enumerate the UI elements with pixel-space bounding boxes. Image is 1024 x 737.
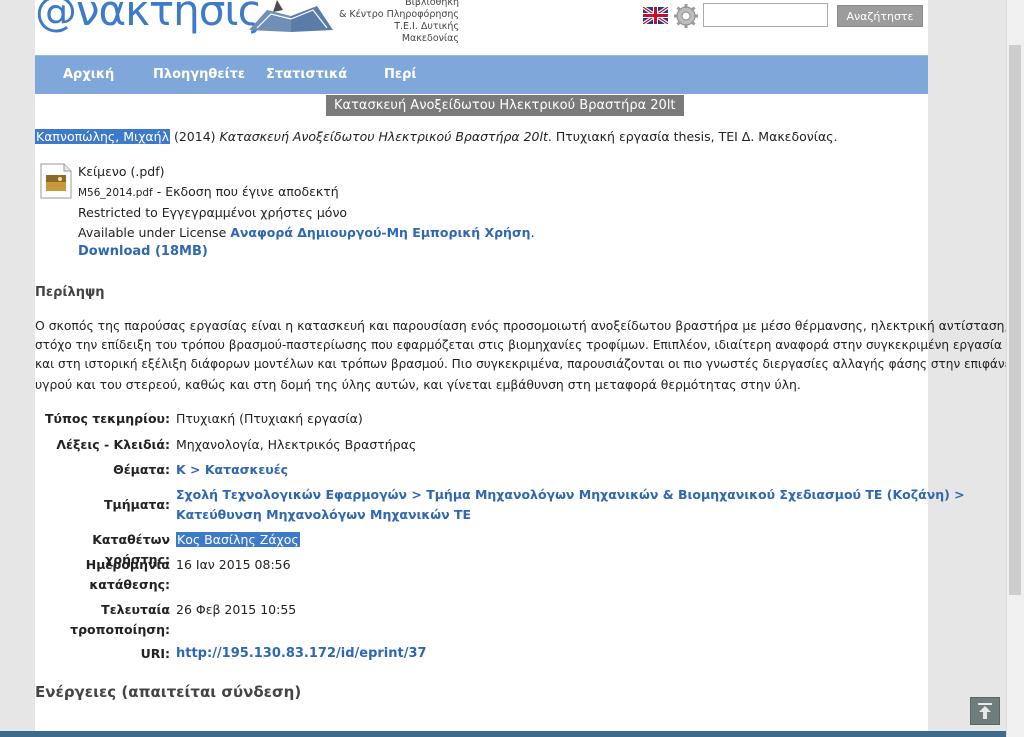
author-link[interactable]: Καπνοπώλης, Μιχαήλ: [35, 129, 170, 144]
citation-rest: . Πτυχιακή εργασία thesis, ΤΕΙ Δ. Μακεδο…: [547, 129, 838, 144]
deposit-date-label-line: Ημερομηνία: [85, 557, 170, 572]
depositor-name[interactable]: Κος Βασίλης Ζάχος: [176, 532, 300, 547]
file-license: Available under License Αναφορά Δημιουργ…: [78, 223, 535, 243]
uri-link[interactable]: http://195.130.83.172/id/eprint/37: [176, 644, 427, 664]
library-subtitle: Βιβλιοθήκη & Κέντρο Πληροφόρησης Τ.Ε.Ι. …: [337, 0, 459, 45]
deposit-date-label-line: κατάθεσης:: [89, 576, 170, 592]
nav-home[interactable]: Αρχική: [63, 56, 114, 94]
keywords-label: Λέξεις - Κλειδιά:: [56, 437, 170, 452]
keywords-value: Μηχανολογία, Ηλεκτρικός Βραστήρας: [176, 437, 417, 452]
nav-about[interactable]: Περί: [384, 56, 417, 94]
abstract-line: υγρού και του στερεού, καθώς και στη δομ…: [35, 376, 801, 392]
modified-label-line: τροποποίηση:: [70, 621, 170, 637]
file-restriction: Restricted to Εγγεγραμμένοι χρήστες μόνο: [78, 205, 348, 220]
abstract-text: Ο σκοπός της παρούσας εργασίας είναι η κ…: [35, 316, 1024, 394]
departments-label: Τμήματα:: [104, 497, 170, 512]
license-prefix: Available under License: [78, 224, 231, 240]
file-version-line: M56_2014.pdf - Εκδοση που έγινε αποδεκτή: [78, 182, 535, 204]
citation-year: (2014): [169, 129, 220, 144]
main-nav: Αρχική Πλοηγηθείτε Στατιστικά Περί: [35, 55, 928, 94]
file-format: Κείμενο (.pdf): [78, 164, 165, 179]
pdf-document-icon[interactable]: [40, 163, 72, 199]
abstract-line: Ο σκοπός της παρούσας εργασίας είναι η κ…: [35, 318, 1024, 333]
deposit-date-label: Ημερομηνία κατάθεσης:: [36, 555, 170, 594]
abstract-heading: Περίληψη: [35, 285, 105, 300]
citation-title: Κατασκευή Ανοξείδωτου Ηλεκτρικού Βραστήρ…: [219, 129, 548, 144]
license-suffix: .: [530, 224, 535, 240]
search-button[interactable]: Αναζήτηστε: [837, 5, 923, 27]
license-link[interactable]: Αναφορά Δημιουργού-Μη Εμπορική Χρήση: [230, 225, 530, 240]
nav-browse[interactable]: Πλοηγηθείτε: [153, 56, 245, 94]
page-title: Κατασκευή Ανοξείδωτου Ηλεκτρικού Βραστήρ…: [326, 95, 684, 116]
scrollbar-thumb[interactable]: [1009, 45, 1021, 595]
library-subtitle-line: & Κέντρο Πληροφόρησης: [338, 9, 459, 20]
type-value: Πτυχιακή (Πτυχιακή εργασία): [176, 411, 363, 426]
type-label: Τύπος τεκμηρίου:: [45, 411, 170, 426]
site-logo[interactable]: @νάκτησις: [35, 0, 262, 35]
modified-value: 26 Φεβ 2015 10:55: [176, 602, 297, 617]
departments-line[interactable]: Σχολή Τεχνολογικών Εφαρμογών > Τμήμα Μηχ…: [176, 485, 965, 505]
file-name: M56_2014.pdf: [78, 186, 153, 199]
download-link[interactable]: Download (18MB): [78, 242, 535, 262]
nav-statistics[interactable]: Στατιστικά: [266, 56, 347, 94]
actions-heading: Ενέργειες (απαιτείται σύνδεση): [35, 683, 302, 701]
uri-label: URI:: [140, 646, 170, 661]
taskbar-strip: [0, 731, 1006, 737]
library-subtitle-line: Βιβλιοθήκη: [405, 0, 459, 8]
search-input[interactable]: [703, 3, 828, 27]
abstract-line: στόχο την επίδειξη του τρόπου βρασμού-πα…: [35, 337, 1024, 352]
uk-flag-icon[interactable]: [643, 7, 668, 24]
arrow-up-icon: [978, 703, 992, 719]
depositor-value[interactable]: Κος Βασίλης Ζάχος: [176, 530, 300, 550]
deposit-date-value: 16 Ιαν 2015 08:56: [176, 557, 291, 572]
abstract-line: και στη ιστορική εξέλιξη διάφορων μοντέλ…: [35, 357, 1024, 371]
file-version: - Εκδοση που έγινε αποδεκτή: [152, 183, 339, 199]
book-logo-icon: [249, 0, 333, 32]
departments-line[interactable]: Κατεύθυνση Μηχανολόγων Μηχανικών ΤΕ: [176, 505, 965, 525]
subjects-label: Θέματα:: [113, 462, 170, 477]
back-to-top-button[interactable]: [970, 697, 1000, 725]
modified-label-line: Τελευταία: [101, 602, 170, 617]
departments-link[interactable]: Σχολή Τεχνολογικών Εφαρμογών > Τμήμα Μηχ…: [176, 485, 965, 524]
modified-label: Τελευταία τροποποίηση:: [36, 600, 170, 639]
library-subtitle-line: Τ.Ε.Ι. Δυτικής Μακεδονίας: [394, 21, 459, 44]
citation: Καπνοπώλης, Μιχαήλ (2014) Κατασκευή Ανοξ…: [35, 129, 838, 144]
subjects-link[interactable]: K > Κατασκευές: [176, 460, 288, 480]
file-info: Κείμενο (.pdf) M56_2014.pdf - Εκδοση που…: [78, 162, 535, 262]
gear-icon[interactable]: [673, 3, 699, 29]
